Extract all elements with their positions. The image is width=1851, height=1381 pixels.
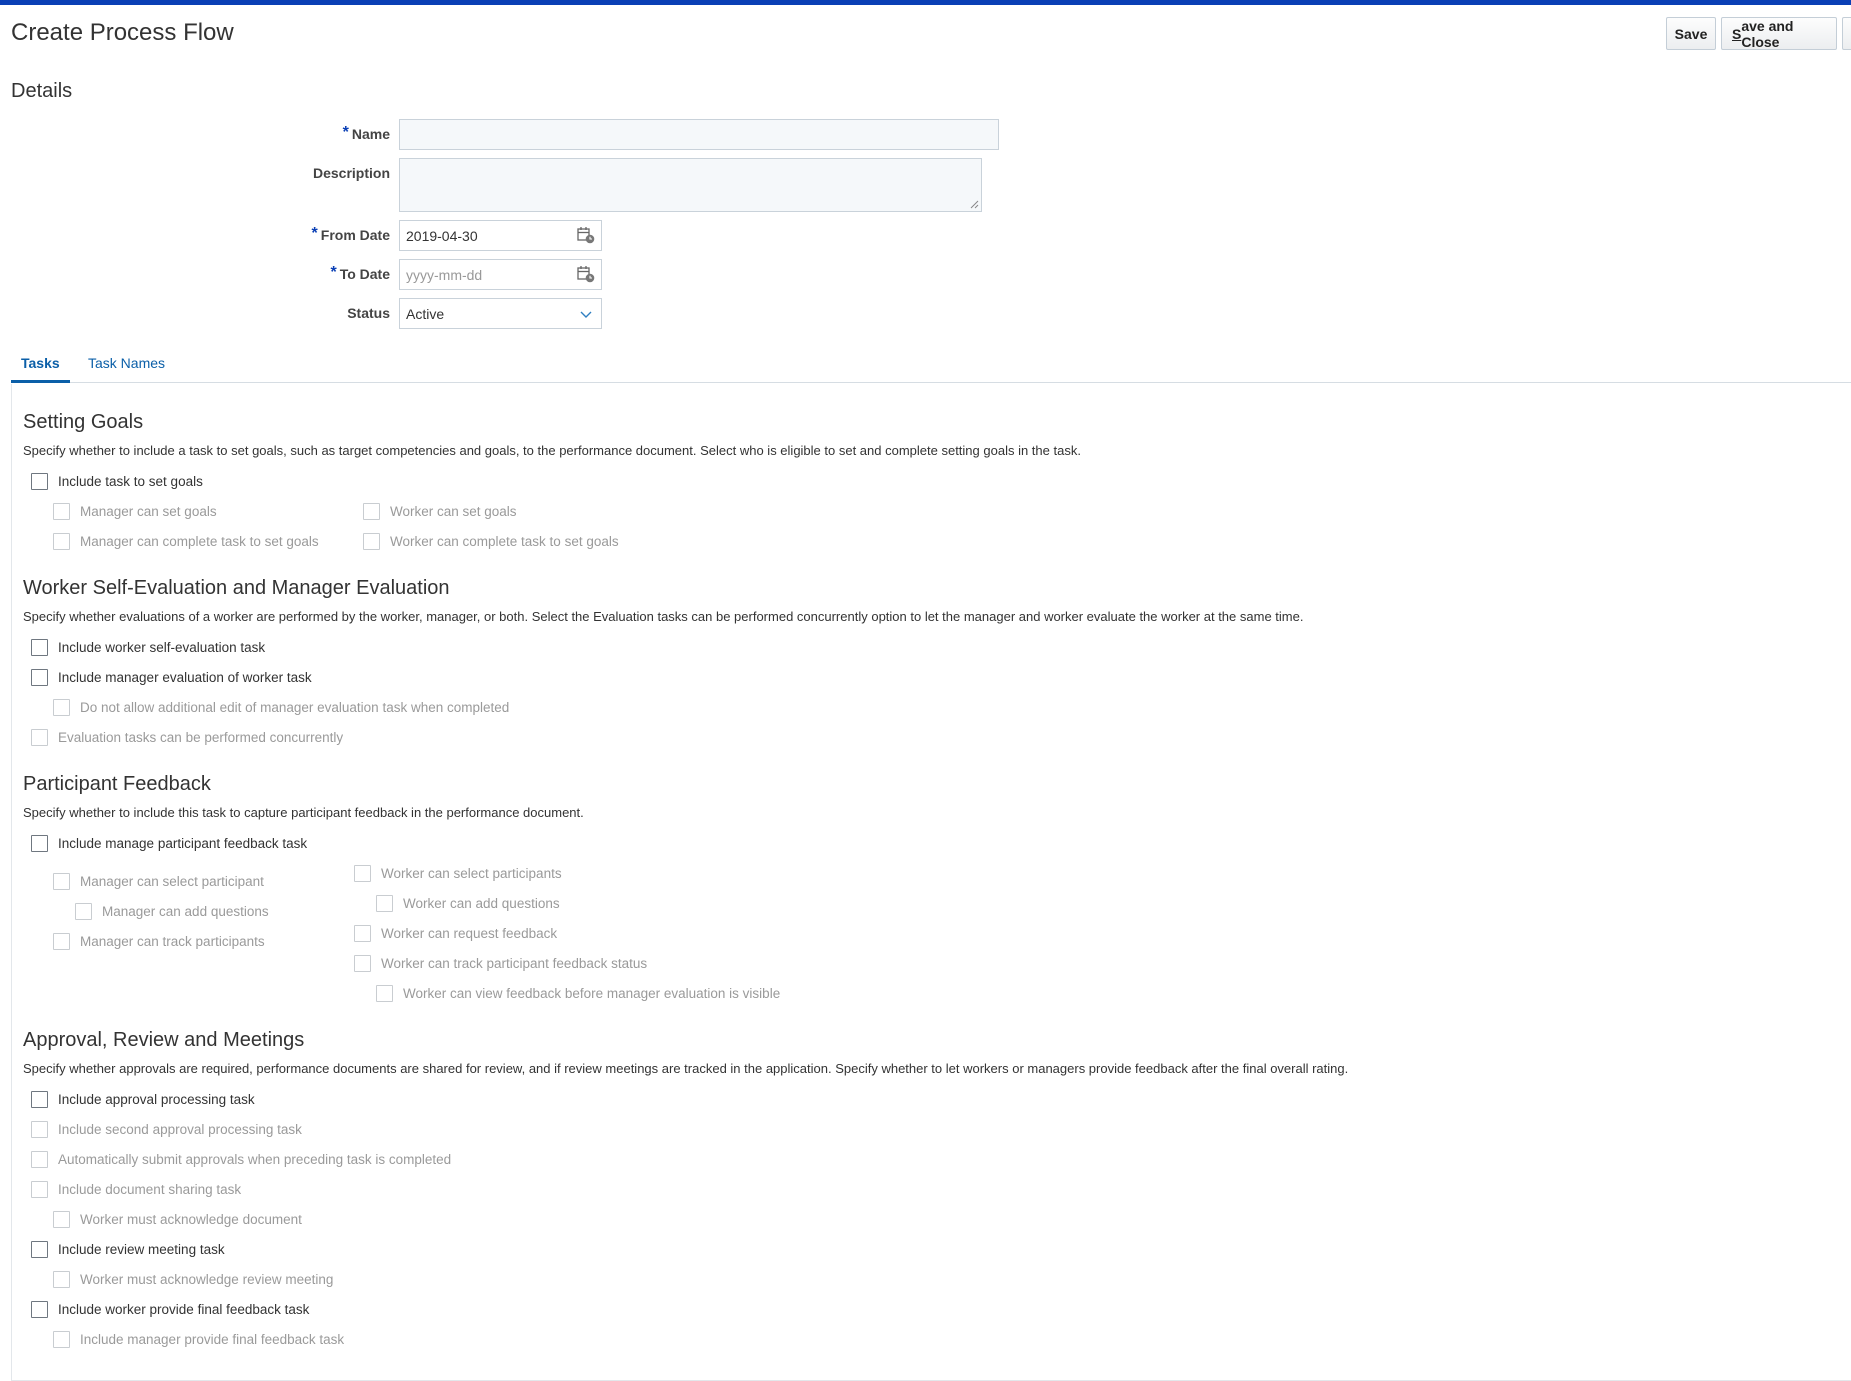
- include-manager-final-feedback-checkbox[interactable]: Include manager provide final feedback t…: [53, 1331, 344, 1348]
- status-value: Active: [406, 305, 445, 322]
- checkbox-box[interactable]: [31, 1241, 48, 1258]
- checkbox-box[interactable]: [31, 473, 48, 490]
- status-label: Status: [347, 305, 390, 321]
- section-desc-approval: Specify whether approvals are required, …: [23, 1061, 1349, 1076]
- no-additional-edit-checkbox[interactable]: Do not allow additional edit of manager …: [53, 699, 509, 716]
- concurrent-evaluation-checkbox[interactable]: Evaluation tasks can be performed concur…: [31, 729, 343, 746]
- from-date-value: 2019-04-30: [406, 227, 478, 244]
- required-marker: *: [311, 225, 318, 242]
- from-date-input[interactable]: 2019-04-30: [399, 220, 602, 251]
- checkbox-box[interactable]: [53, 503, 70, 520]
- section-desc-setting-goals: Specify whether to include a task to set…: [23, 443, 1081, 458]
- to-date-label: * To Date: [330, 264, 390, 282]
- include-review-meeting-checkbox[interactable]: Include review meeting task: [31, 1241, 225, 1258]
- include-participant-feedback-checkbox[interactable]: Include manage participant feedback task: [31, 835, 307, 852]
- checkbox-box[interactable]: [376, 985, 393, 1002]
- include-approval-checkbox[interactable]: Include approval processing task: [31, 1091, 255, 1108]
- worker-track-feedback-status-checkbox[interactable]: Worker can track participant feedback st…: [354, 955, 647, 972]
- checkbox-box[interactable]: [363, 503, 380, 520]
- manager-add-questions-checkbox[interactable]: Manager can add questions: [75, 903, 269, 920]
- required-marker: *: [342, 124, 349, 141]
- checkbox-box[interactable]: [354, 865, 371, 882]
- section-title-evaluation: Worker Self-Evaluation and Manager Evalu…: [23, 577, 450, 599]
- worker-complete-goals-checkbox[interactable]: Worker can complete task to set goals: [363, 533, 619, 550]
- worker-view-feedback-checkbox[interactable]: Worker can view feedback before manager …: [376, 985, 780, 1002]
- from-date-label: * From Date: [311, 225, 390, 243]
- checkbox-box[interactable]: [75, 903, 92, 920]
- tab-bar: Tasks Task Names: [11, 350, 1851, 383]
- checkbox-box[interactable]: [53, 1211, 70, 1228]
- to-date-input[interactable]: yyyy-mm-dd: [399, 259, 602, 290]
- checkbox-box[interactable]: [53, 1331, 70, 1348]
- calendar-icon[interactable]: [577, 265, 595, 283]
- section-title-setting-goals: Setting Goals: [23, 411, 144, 433]
- acknowledge-document-checkbox[interactable]: Worker must acknowledge document: [53, 1211, 302, 1228]
- section-desc-evaluation: Specify whether evaluations of a worker …: [23, 609, 1304, 624]
- checkbox-box[interactable]: [53, 933, 70, 950]
- save-and-close-label: ave and Close: [1741, 17, 1794, 50]
- checkbox-box[interactable]: [354, 925, 371, 942]
- checkbox-box[interactable]: [53, 1271, 70, 1288]
- checkbox-box[interactable]: [376, 895, 393, 912]
- auto-submit-approvals-checkbox[interactable]: Automatically submit approvals when prec…: [31, 1151, 451, 1168]
- section-title-participant-feedback: Participant Feedback: [23, 773, 211, 795]
- section-desc-participant-feedback: Specify whether to include this task to …: [23, 805, 584, 820]
- worker-request-feedback-checkbox[interactable]: Worker can request feedback: [354, 925, 557, 942]
- checkbox-box[interactable]: [53, 873, 70, 890]
- worker-add-questions-checkbox[interactable]: Worker can add questions: [376, 895, 560, 912]
- description-label: Description: [312, 165, 390, 181]
- checkbox-box[interactable]: [53, 533, 70, 550]
- resize-grip-icon[interactable]: [970, 200, 979, 209]
- worker-select-participants-checkbox[interactable]: Worker can select participants: [354, 865, 562, 882]
- description-textarea[interactable]: [399, 158, 982, 212]
- name-label: * Name: [342, 124, 390, 142]
- save-and-close-accesskey: S: [1732, 25, 1742, 42]
- save-button[interactable]: Save: [1666, 17, 1716, 50]
- tab-tasks[interactable]: Tasks: [11, 354, 70, 383]
- checkbox-box[interactable]: [31, 1151, 48, 1168]
- checkbox-box[interactable]: [31, 1121, 48, 1138]
- acknowledge-review-meeting-checkbox[interactable]: Worker must acknowledge review meeting: [53, 1271, 333, 1288]
- top-accent-bar: [0, 0, 1851, 5]
- include-second-approval-checkbox[interactable]: Include second approval processing task: [31, 1121, 302, 1138]
- checkbox-box[interactable]: [363, 533, 380, 550]
- status-select[interactable]: Active: [399, 298, 602, 329]
- tab-task-names[interactable]: Task Names: [78, 354, 175, 383]
- manager-set-goals-checkbox[interactable]: Manager can set goals: [53, 503, 217, 520]
- name-input[interactable]: [399, 119, 999, 150]
- include-worker-final-feedback-checkbox[interactable]: Include worker provide final feedback ta…: [31, 1301, 309, 1318]
- checkbox-box[interactable]: [31, 1091, 48, 1108]
- include-self-evaluation-checkbox[interactable]: Include worker self-evaluation task: [31, 639, 265, 656]
- checkbox-box[interactable]: [31, 669, 48, 686]
- include-goals-checkbox[interactable]: Include task to set goals: [31, 473, 203, 490]
- required-marker: *: [330, 264, 337, 281]
- manager-select-participant-checkbox[interactable]: Manager can select participant: [53, 873, 264, 890]
- include-document-sharing-checkbox[interactable]: Include document sharing task: [31, 1181, 241, 1198]
- worker-set-goals-checkbox[interactable]: Worker can set goals: [363, 503, 517, 520]
- checkbox-box[interactable]: [31, 1181, 48, 1198]
- section-title-approval: Approval, Review and Meetings: [23, 1029, 305, 1051]
- include-manager-evaluation-checkbox[interactable]: Include manager evaluation of worker tas…: [31, 669, 312, 686]
- calendar-icon[interactable]: [577, 226, 595, 244]
- chevron-down-icon: [580, 311, 592, 318]
- manager-complete-goals-checkbox[interactable]: Manager can complete task to set goals: [53, 533, 319, 550]
- page-title: Create Process Flow: [11, 19, 234, 46]
- checkbox-box[interactable]: [31, 835, 48, 852]
- details-heading: Details: [11, 80, 73, 102]
- checkbox-box[interactable]: [31, 1301, 48, 1318]
- more-button[interactable]: [1842, 17, 1851, 50]
- checkbox-box[interactable]: [354, 955, 371, 972]
- manager-track-participants-checkbox[interactable]: Manager can track participants: [53, 933, 265, 950]
- checkbox-box[interactable]: [31, 639, 48, 656]
- checkbox-box[interactable]: [53, 699, 70, 716]
- to-date-placeholder: yyyy-mm-dd: [406, 266, 483, 283]
- checkbox-box[interactable]: [31, 729, 48, 746]
- save-and-close-button[interactable]: Save and Close: [1721, 17, 1837, 50]
